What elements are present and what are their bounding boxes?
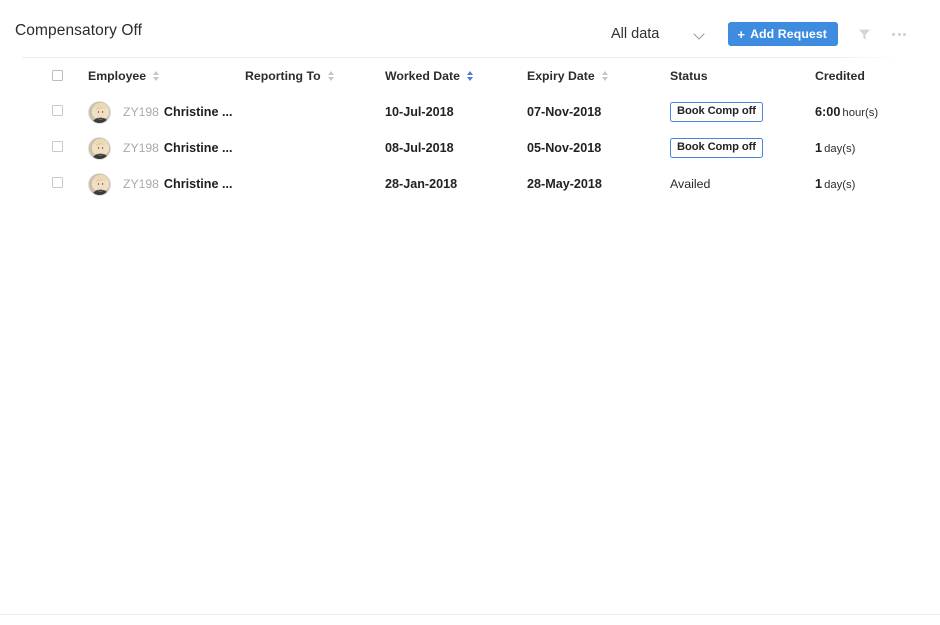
- sort-icon-expiry-date[interactable]: [602, 71, 608, 81]
- table-row[interactable]: ZY198 Christine ... 08-Jul-201805-Nov-2018…: [0, 130, 940, 166]
- expiry-date-cell: 05-Nov-2018: [527, 130, 670, 166]
- row-checkbox[interactable]: [52, 177, 63, 188]
- credited-cell: 6:00hour(s): [815, 94, 940, 130]
- row-select-cell: [0, 130, 88, 166]
- more-options-dots: [892, 33, 906, 36]
- plus-icon: +: [737, 28, 745, 41]
- credited-value: 1: [815, 177, 822, 191]
- worked-date-cell: 10-Jul-2018: [385, 94, 527, 130]
- expiry-date-cell: 07-Nov-2018: [527, 94, 670, 130]
- table-header: Employee Reporting To Worked Date: [0, 57, 940, 94]
- status-cell: Availed: [670, 166, 815, 202]
- worked-date-cell: 28-Jan-2018: [385, 166, 527, 202]
- add-request-label: Add Request: [750, 27, 827, 41]
- reporting-to-cell: [245, 94, 385, 130]
- column-header-worked-date[interactable]: Worked Date: [385, 57, 527, 94]
- column-header-employee-label: Employee: [88, 69, 146, 83]
- add-request-button[interactable]: + Add Request: [728, 22, 838, 46]
- avatar: [88, 137, 111, 160]
- employee-name: Christine ...: [164, 141, 233, 155]
- table-header-row: Employee Reporting To Worked Date: [0, 57, 940, 94]
- column-header-select: [0, 57, 88, 94]
- employee-cell: ZY198 Christine ...: [88, 130, 245, 166]
- employee-cell: ZY198 Christine ...: [88, 166, 245, 202]
- column-header-expiry-date[interactable]: Expiry Date: [527, 57, 670, 94]
- employee-cell: ZY198 Christine ...: [88, 94, 245, 130]
- column-header-reporting-to[interactable]: Reporting To: [245, 57, 385, 94]
- more-options-icon[interactable]: [890, 24, 908, 44]
- chevron-down-icon: [695, 29, 706, 40]
- bottom-divider: [0, 614, 940, 615]
- avatar: [88, 101, 111, 124]
- expiry-date-cell: 28-May-2018: [527, 166, 670, 202]
- column-header-credited: Credited: [815, 57, 940, 94]
- employee-id: ZY198: [123, 105, 159, 119]
- credited-value: 1: [815, 141, 822, 155]
- records-table: Employee Reporting To Worked Date: [0, 57, 940, 202]
- book-comp-off-button[interactable]: Book Comp off: [670, 102, 763, 121]
- column-header-employee[interactable]: Employee: [88, 57, 245, 94]
- page-header: Compensatory Off All data + Add Request: [0, 0, 940, 57]
- employee-name: Christine ...: [164, 105, 233, 119]
- reporting-to-cell: [245, 130, 385, 166]
- column-header-expiry-date-label: Expiry Date: [527, 69, 595, 83]
- sort-icon-worked-date[interactable]: [467, 71, 473, 81]
- avatar: [88, 173, 111, 196]
- column-header-reporting-to-label: Reporting To: [245, 69, 321, 83]
- sort-icon-employee[interactable]: [153, 71, 159, 81]
- credited-unit: hour(s): [842, 107, 878, 119]
- table-row[interactable]: ZY198 Christine ... 10-Jul-201807-Nov-2018…: [0, 94, 940, 130]
- row-checkbox[interactable]: [52, 141, 63, 152]
- status-cell: Book Comp off: [670, 94, 815, 130]
- employee-name: Christine ...: [164, 177, 233, 191]
- page-title: Compensatory Off: [15, 22, 142, 40]
- row-select-cell: [0, 166, 88, 202]
- credited-value: 6:00: [815, 105, 840, 119]
- column-header-status-label: Status: [670, 69, 708, 83]
- employee-id: ZY198: [123, 177, 159, 191]
- view-filter-label: All data: [611, 26, 659, 42]
- book-comp-off-button[interactable]: Book Comp off: [670, 138, 763, 157]
- credited-cell: 1day(s): [815, 130, 940, 166]
- row-checkbox[interactable]: [52, 105, 63, 116]
- compensatory-off-page: Compensatory Off All data + Add Request: [0, 0, 940, 625]
- status-cell: Book Comp off: [670, 130, 815, 166]
- table-row[interactable]: ZY198 Christine ... 28-Jan-201828-May-2018…: [0, 166, 940, 202]
- status-text: Availed: [670, 177, 710, 191]
- table-body: ZY198 Christine ... 10-Jul-201807-Nov-2018…: [0, 94, 940, 202]
- column-header-worked-date-label: Worked Date: [385, 69, 460, 83]
- employee-id: ZY198: [123, 141, 159, 155]
- filter-funnel-icon[interactable]: [855, 24, 873, 44]
- reporting-to-cell: [245, 166, 385, 202]
- credited-unit: day(s): [824, 179, 855, 191]
- column-header-credited-label: Credited: [815, 69, 865, 83]
- credited-unit: day(s): [824, 143, 855, 155]
- records-table-container: Employee Reporting To Worked Date: [0, 57, 940, 202]
- credited-cell: 1day(s): [815, 166, 940, 202]
- select-all-checkbox[interactable]: [52, 70, 63, 81]
- header-toolbar: All data + Add Request: [611, 20, 908, 48]
- view-filter-dropdown[interactable]: All data: [611, 20, 706, 48]
- sort-icon-reporting-to[interactable]: [328, 71, 334, 81]
- worked-date-cell: 08-Jul-2018: [385, 130, 527, 166]
- row-select-cell: [0, 94, 88, 130]
- column-header-status: Status: [670, 57, 815, 94]
